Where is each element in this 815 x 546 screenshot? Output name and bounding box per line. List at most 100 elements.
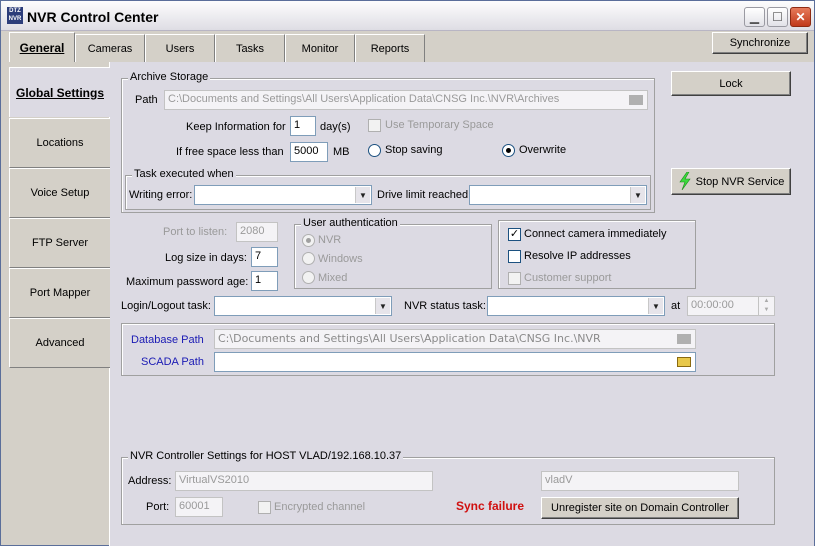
sidebar-item-ftp-server[interactable]: FTP Server [9,218,110,268]
spin-up-icon[interactable]: ▲ [759,296,774,305]
synchronize-button[interactable]: Synchronize [712,32,808,54]
radio-selected-dot [506,148,511,153]
controller-port-label: Port: [146,501,170,513]
keep-days-unit: day(s) [320,121,351,133]
auth-windows-label: Windows [318,253,363,265]
app-logo-icon: DTZ NVR [7,7,23,24]
keep-info-label: Keep Information for [186,121,286,133]
scada-browse-button[interactable] [674,354,694,370]
use-temp-space-checkbox[interactable] [368,119,381,132]
path-label: Path [135,94,158,106]
folder-icon [677,334,691,344]
free-space-input[interactable]: 5000 [290,142,328,162]
encrypted-channel-label: Encrypted channel [274,501,366,513]
tab-monitor[interactable]: Monitor [285,34,355,62]
connect-camera-label: Connect camera immediately [524,228,667,240]
drive-limit-label: Drive limit reached: [377,189,472,201]
chevron-down-icon: ▼ [355,187,370,203]
overwrite-radio[interactable] [502,144,515,157]
login-task-label: Login/Logout task: [121,300,211,312]
nvr-status-task-dropdown[interactable]: ▼ [487,296,665,316]
auth-nvr-label: NVR [318,234,342,246]
tab-tasks[interactable]: Tasks [215,34,285,62]
title-bar: DTZ NVR NVR Control Center ▁ ☐ ✕ [1,1,814,31]
lock-button[interactable]: Lock [671,71,791,96]
auth-windows-radio[interactable] [302,252,315,265]
resolve-ip-checkbox[interactable] [508,250,521,263]
drive-limit-dropdown[interactable]: ▼ [469,185,647,205]
radio-selected-dot [306,238,311,243]
lightning-bolt-icon [679,172,691,190]
nvr-status-task-label: NVR status task: [404,300,486,312]
spin-down-icon[interactable]: ▼ [759,305,774,314]
customer-support-label: Customer support [524,272,612,284]
port-listen-label: Port to listen: [163,226,228,238]
controller-port-value: 60001 [179,500,210,512]
auth-mixed-label: Mixed [318,272,348,284]
database-path-label[interactable]: Database Path [131,334,204,346]
folder-icon [629,95,643,105]
port-listen-input[interactable]: 2080 [236,222,278,242]
archive-browse-button[interactable] [626,92,646,108]
database-browse-button[interactable] [674,331,694,347]
stop-saving-label: Stop saving [385,144,443,156]
app-window: DTZ NVR NVR Control Center ▁ ☐ ✕ General… [0,0,815,546]
time-spinner[interactable]: ▲ ▼ [758,296,774,316]
archive-path-field[interactable]: C:\Documents and Settings\All Users\Appl… [164,90,648,110]
keep-days-input[interactable]: 1 [290,116,316,136]
controller-settings-label: NVR Controller Settings for HOST VLAD/19… [128,450,404,462]
resolve-ip-label: Resolve IP addresses [524,250,631,262]
sidebar-item-advanced[interactable]: Advanced [9,318,110,368]
scada-path-field[interactable] [214,352,696,372]
free-space-unit: MB [333,146,350,158]
chevron-down-icon: ▼ [630,187,645,203]
customer-support-checkbox[interactable] [508,272,521,285]
sidebar-item-global-settings[interactable]: Global Settings [9,67,110,117]
controller-port-field[interactable]: 60001 [175,497,223,517]
tab-reports[interactable]: Reports [355,34,425,62]
max-password-label: Maximum password age: [126,276,249,288]
overwrite-label: Overwrite [519,144,567,156]
maximize-icon[interactable]: ☐ [767,7,788,27]
host-value: vladV [545,474,573,486]
tab-users[interactable]: Users [145,34,215,62]
log-size-input[interactable]: 7 [251,247,278,267]
window-title: NVR Control Center [27,9,159,25]
chevron-down-icon: ▼ [648,298,663,314]
max-password-input[interactable]: 1 [251,271,278,291]
stop-nvr-service-label: Stop NVR Service [695,175,785,188]
connect-camera-checkbox[interactable]: ✓ [508,228,521,241]
close-icon[interactable]: ✕ [790,7,811,27]
scada-path-label[interactable]: SCADA Path [141,356,204,368]
address-value: VirtualVS2010 [179,474,250,486]
database-path-value: C:\Documents and Settings\All Users\Appl… [218,332,601,345]
archive-storage-label: Archive Storage [128,71,211,83]
tab-general[interactable]: General [9,32,75,62]
free-space-label: If free space less than [176,146,284,158]
auth-mixed-radio[interactable] [302,271,315,284]
tab-cameras[interactable]: Cameras [75,34,145,62]
sidebar-item-voice-setup[interactable]: Voice Setup [9,168,110,218]
unregister-site-button[interactable]: Unregister site on Domain Controller [541,497,739,519]
address-field[interactable]: VirtualVS2010 [175,471,433,491]
login-task-dropdown[interactable]: ▼ [214,296,392,316]
auth-nvr-radio[interactable] [302,234,315,247]
log-size-label-text: Log size in days: [165,252,247,264]
stop-saving-radio[interactable] [368,144,381,157]
sidebar-item-port-mapper[interactable]: Port Mapper [9,268,110,318]
writing-error-label: Writing error: [129,189,193,201]
encrypted-channel-checkbox[interactable] [258,501,271,514]
task-time-value: 00:00:00 [691,299,734,311]
database-path-field[interactable]: C:\Documents and Settings\All Users\Appl… [214,329,696,349]
user-auth-label: User authentication [301,217,400,229]
minimize-icon[interactable]: ▁ [744,7,765,27]
archive-path-value: C:\Documents and Settings\All Users\Appl… [168,93,560,105]
sidebar-item-locations[interactable]: Locations [9,118,110,168]
folder-icon [677,357,691,367]
use-temp-space-label: Use Temporary Space [385,119,494,131]
host-field[interactable]: vladV [541,471,739,491]
at-label: at [671,300,681,312]
writing-error-dropdown[interactable]: ▼ [194,185,372,205]
chevron-down-icon: ▼ [375,298,390,314]
sync-status-text: Sync failure [456,499,525,513]
